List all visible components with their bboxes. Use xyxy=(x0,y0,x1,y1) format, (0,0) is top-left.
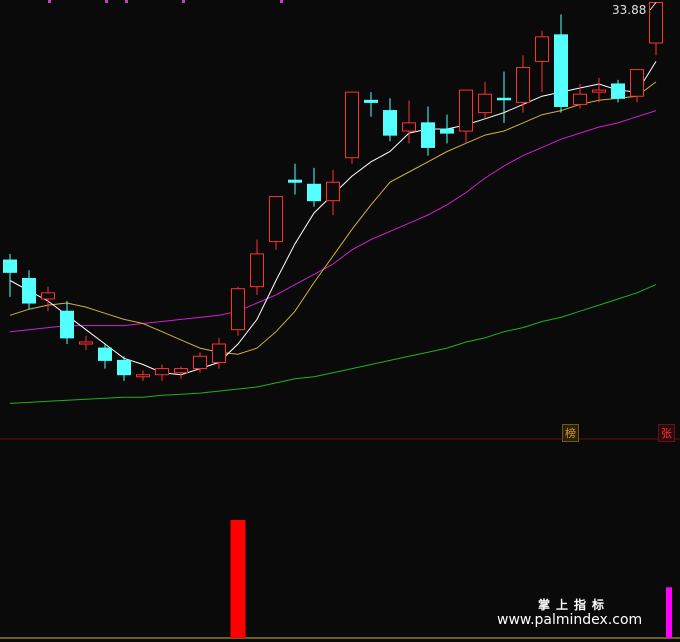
chart-stage: 33.88 榜 张 掌上指标 www.palmindex.com xyxy=(0,0,680,642)
candle-body xyxy=(250,253,264,288)
candle-body xyxy=(231,288,245,331)
candle-body xyxy=(516,67,530,103)
candle-body xyxy=(592,89,606,93)
candle-body xyxy=(497,97,511,101)
candle-body xyxy=(345,91,359,159)
candle-body xyxy=(535,36,549,62)
top-marker xyxy=(48,0,51,3)
candle-body xyxy=(554,34,568,107)
ma10-line xyxy=(9,81,657,355)
ma20-line xyxy=(9,110,657,333)
ma5-line xyxy=(9,61,657,376)
candle-body xyxy=(459,89,473,132)
candlestick-chart xyxy=(0,0,680,639)
candle-body xyxy=(22,277,36,304)
volume-bar xyxy=(666,587,672,638)
candle-body xyxy=(3,259,17,273)
top-marker xyxy=(105,0,108,3)
candle-body xyxy=(212,343,226,363)
price-label: 33.88 xyxy=(612,3,647,17)
watermark-title: 掌上指标 xyxy=(538,598,611,612)
candle-body xyxy=(136,374,150,378)
volume-bar xyxy=(230,520,246,638)
rise-tag: 张 xyxy=(658,424,675,442)
candle-body xyxy=(60,310,74,339)
candle-body xyxy=(193,355,207,370)
candle-body xyxy=(79,341,93,345)
candle-body xyxy=(402,122,416,132)
candle-body xyxy=(41,292,55,300)
candle-body xyxy=(478,93,492,114)
candle-body xyxy=(364,99,378,103)
candle-body xyxy=(630,69,644,97)
candle-body xyxy=(307,183,321,202)
candle-body xyxy=(174,368,188,374)
candle-body xyxy=(98,347,112,361)
top-marker xyxy=(125,0,128,3)
candle-body xyxy=(269,196,283,243)
list-tag: 榜 xyxy=(562,424,579,442)
candle-body xyxy=(440,128,454,134)
candle-body xyxy=(117,359,131,376)
top-marker xyxy=(182,0,185,3)
candle-body xyxy=(421,122,435,148)
top-marker xyxy=(280,0,283,3)
candle-body xyxy=(155,368,169,376)
candle-body xyxy=(288,179,302,183)
ma60-line xyxy=(9,284,657,404)
candle-body xyxy=(611,83,625,99)
candle-body xyxy=(573,93,587,105)
candle-body xyxy=(326,181,340,202)
candle-body xyxy=(383,110,397,136)
watermark-url: www.palmindex.com xyxy=(497,612,643,628)
